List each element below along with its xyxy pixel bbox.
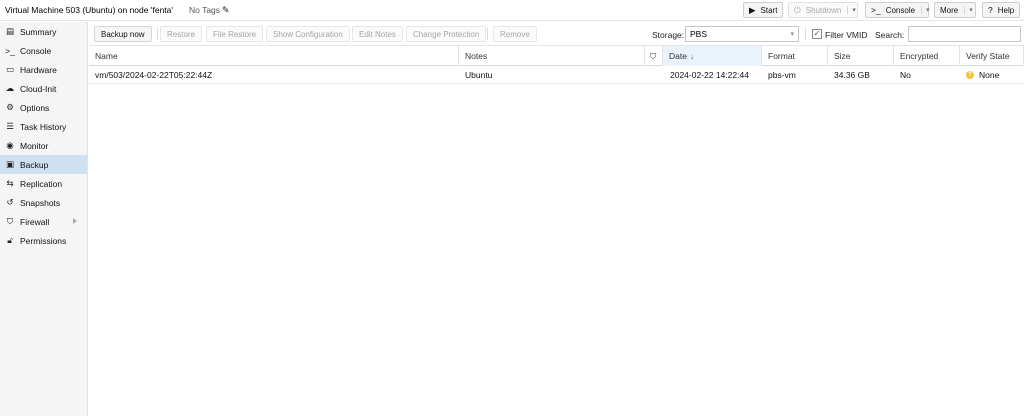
column-format[interactable]: Format [762,46,828,66]
column-encrypted[interactable]: Encrypted [894,46,960,66]
shield-icon: ⛉ [650,50,657,61]
sidebar-item-console[interactable]: >_ Console [0,41,87,60]
sidebar-item-hardware[interactable]: ▭ Hardware [0,60,87,79]
storage-select[interactable]: PBS ▾ [685,26,799,42]
toolbar-divider [157,28,158,40]
chevron-down-icon[interactable]: ▾ [790,30,794,38]
search-label: Search: [875,30,905,40]
sort-down-icon: ↓ [689,51,694,61]
column-size[interactable]: Size [828,46,894,66]
terminal-icon: >_ [871,5,881,15]
warning-icon: ? [966,71,974,79]
column-notes[interactable]: Notes [459,46,645,66]
start-button[interactable]: ▶ Start [743,2,784,18]
list-icon: ☰ [6,121,14,131]
sidebar-item-task-history[interactable]: ☰ Task History [0,117,87,136]
history-icon: ↺ [6,197,14,207]
sidebar-item-snapshots[interactable]: ↺ Snapshots [0,193,87,212]
cell-encrypted: No [900,70,911,80]
filter-vmid-label: Filter VMID [825,30,868,40]
remove-button[interactable]: Remove [493,26,537,42]
storage-label: Storage: [652,30,685,40]
show-configuration-button[interactable]: Show Configuration [266,26,350,42]
chevron-down-icon[interactable]: ▾ [964,6,973,14]
more-button[interactable]: More ▾ [934,2,976,18]
file-restore-button[interactable]: File Restore [206,26,264,42]
grid-header: Name Notes ⛉ Date ↓ Format Size Encrypted… [89,46,1024,66]
title-bar: Virtual Machine 503 (Ubuntu) on node 'fe… [0,0,1024,21]
column-verify-state[interactable]: Verify State [960,46,1024,66]
page-title: Virtual Machine 503 (Ubuntu) on node 'fe… [5,5,174,15]
tags-label: No Tags [189,5,221,15]
backup-grid: Name Notes ⛉ Date ↓ Format Size Encrypted… [89,46,1024,416]
table-row[interactable]: vm/503/2024-02-22T05:22:44Z Ubuntu 2024-… [89,66,1024,84]
restore-button[interactable]: Restore [160,26,203,42]
replication-icon: ⇆ [6,178,14,188]
sidebar-item-cloud-init[interactable]: ☁ Cloud-Init [0,79,87,98]
play-icon: ▶ [749,4,756,15]
cell-size: 34.36 GB [834,70,870,80]
console-button[interactable]: >_ Console ▾ [865,2,930,18]
sidebar-item-backup[interactable]: ▣ Backup [0,155,87,174]
cloud-icon: ☁ [5,83,15,93]
backup-now-button[interactable]: Backup now [94,26,152,42]
column-name[interactable]: Name [89,46,459,66]
cell-name: vm/503/2024-02-22T05:22:44Z [95,70,213,80]
edit-notes-button[interactable]: Edit Notes [352,26,403,42]
sidebar: ▤ Summary >_ Console ▭ Hardware ☁ Cloud-Init… [0,22,88,416]
chevron-down-icon[interactable]: ▾ [921,6,930,14]
cell-format: pbs-vm [768,70,796,80]
filter-vmid-checkbox[interactable]: ✓ [812,29,822,39]
question-icon: ? [988,5,993,15]
eye-icon: ◉ [6,140,14,150]
expand-arrow-icon[interactable] [73,218,77,224]
gear-icon: ⚙ [6,102,14,112]
sidebar-item-replication[interactable]: ⇆ Replication [0,174,87,193]
help-button[interactable]: ? Help [982,2,1021,18]
shutdown-button[interactable]: ⏻ Shutdown ▾ [788,2,858,18]
cell-verify-state: ? None [960,66,1024,84]
sidebar-item-permissions[interactable]: 🔓︎ Permissions [0,231,87,250]
change-protection-button[interactable]: Change Protection [406,26,487,42]
console-icon: >_ [5,45,15,56]
sidebar-item-monitor[interactable]: ◉ Monitor [0,136,87,155]
column-protected[interactable]: ⛉ [645,46,663,66]
search-input[interactable] [908,26,1021,42]
summary-icon: ▤ [5,26,15,36]
column-date[interactable]: Date ↓ [663,46,762,66]
unlock-icon: 🔓︎ [7,235,13,245]
cell-notes: Ubuntu [465,70,493,80]
tags-area[interactable]: No Tags ✎ [189,5,230,16]
sidebar-item-summary[interactable]: ▤ Summary [0,22,87,41]
hardware-icon: ▭ [5,64,15,74]
power-icon: ⏻ [794,4,801,15]
backup-toolbar: Backup now Restore File Restore Show Con… [89,22,1024,46]
toolbar-divider [487,28,488,40]
shield-icon: ⛉ [6,216,14,226]
pencil-icon[interactable]: ✎ [222,5,230,16]
chevron-down-icon[interactable]: ▾ [847,6,856,14]
sidebar-item-firewall[interactable]: ⛉ Firewall [0,212,87,231]
cell-date: 2024-02-22 14:22:44 [670,70,749,80]
floppy-icon: ▣ [5,159,15,169]
toolbar-divider [805,28,806,40]
sidebar-item-options[interactable]: ⚙ Options [0,98,87,117]
